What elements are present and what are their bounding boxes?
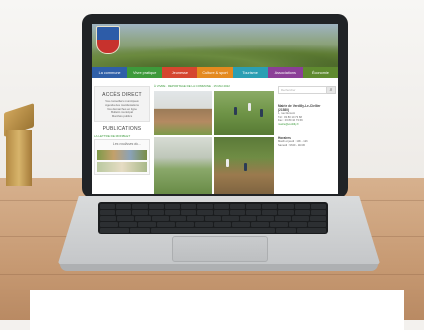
acces-link[interactable]: Marchés publics [97, 114, 147, 119]
acces-direct-title: ACCÈS DIRECT [102, 92, 142, 98]
laptop-base-lip [60, 264, 378, 271]
shield-icon[interactable] [96, 26, 120, 54]
breadcrumb[interactable]: À VIVRE · REPORTAGE DE LA COMMUNE · 15 M… [154, 84, 274, 88]
nav-item-jeunesse[interactable]: Jeunesse [162, 67, 198, 78]
photo-volunteers[interactable] [214, 91, 274, 135]
laptop-screen: La commune Vivre pratique Jeunesse Cultu… [92, 24, 338, 194]
nav-item-economie[interactable]: Économie [302, 67, 338, 78]
brass-lamp [0, 103, 38, 186]
photo-playground[interactable] [154, 137, 212, 194]
website-header-banner [92, 24, 338, 67]
nav-item-vivre[interactable]: Vivre pratique [127, 67, 163, 78]
laptop-trackpad [172, 236, 268, 262]
website-main: À VIVRE · REPORTAGE DE LA COMMUNE · 15 M… [154, 84, 274, 194]
white-caption-card [30, 290, 404, 330]
website-sidebar: ACCÈS DIRECT Vos conseillers municipaux … [94, 86, 150, 194]
nav-item-culture[interactable]: Culture & sport [197, 67, 233, 78]
website-right-column: Rechercher ⌕ Mairie de Verdilly-Le-Ciell… [278, 86, 336, 194]
photo-grid [154, 91, 274, 194]
mairie-email-link[interactable]: mairie@verdilly.fr [278, 123, 336, 127]
nav-item-commune[interactable]: La commune [92, 67, 128, 78]
scene: La commune Vivre pratique Jeunesse Cultu… [0, 0, 424, 330]
nav-item-associations[interactable]: Associations [267, 67, 303, 78]
search-icon[interactable]: ⌕ [327, 86, 336, 94]
search-input[interactable]: Rechercher [278, 86, 327, 94]
newsletter-thumbnail[interactable]: Les coulisses du... [94, 138, 150, 175]
laptop-keyboard [98, 202, 328, 234]
photo-cleanup[interactable] [214, 137, 274, 194]
horaires-line: Samedi : 9h30 - 11h30 [278, 143, 305, 147]
acces-direct-box: ACCÈS DIRECT Vos conseillers municipaux … [94, 86, 150, 122]
publications-title: PUBLICATIONS [102, 125, 142, 132]
publications-subtitle: LA LETTRE DE MONBLET [94, 133, 131, 138]
photo-building[interactable] [154, 91, 212, 135]
search-box: Rechercher ⌕ [278, 86, 336, 94]
website-nav: La commune Vivre pratique Jeunesse Cultu… [92, 67, 338, 78]
newsletter-title: Les coulisses du... [113, 141, 141, 146]
nav-item-tourisme[interactable]: Tourisme [232, 67, 268, 78]
